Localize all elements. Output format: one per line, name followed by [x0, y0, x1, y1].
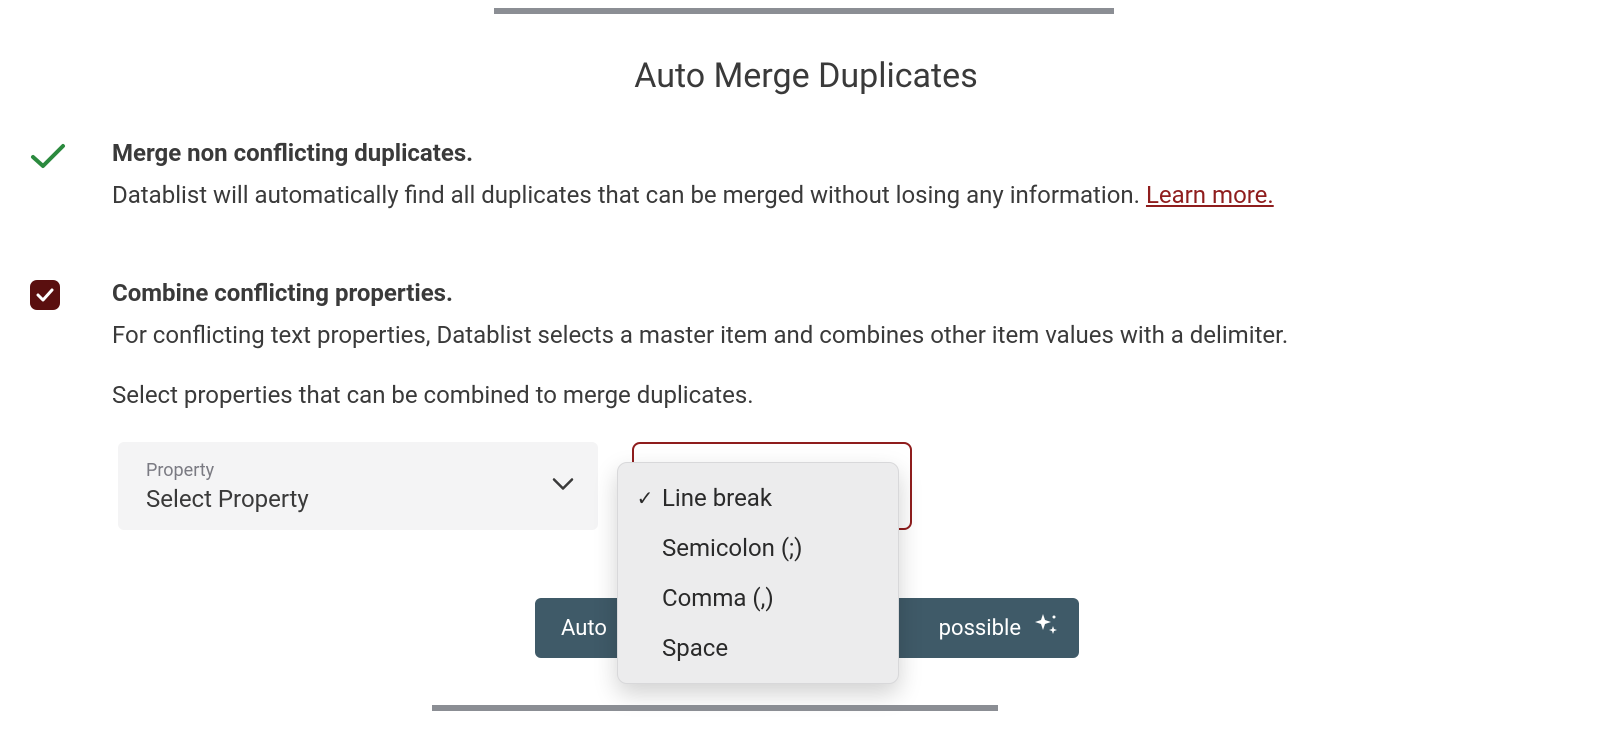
- dropdown-item-comma[interactable]: Comma (,): [618, 573, 898, 623]
- merge-nonconflicting-desc-text: Datablist will automatically find all du…: [112, 181, 1146, 209]
- combine-conflicting-checkbox[interactable]: [30, 280, 60, 310]
- merge-nonconflicting-heading: Merge non conflicting duplicates.: [112, 138, 1462, 169]
- learn-more-link[interactable]: Learn more.: [1146, 181, 1274, 209]
- auto-merge-left-text: Auto: [555, 616, 607, 641]
- dropdown-item-label: Line break: [662, 484, 772, 512]
- dropdown-item-label: Semicolon (;): [662, 534, 802, 562]
- horizontal-divider-top: [494, 8, 1114, 14]
- page-title: Auto Merge Duplicates: [0, 56, 1612, 96]
- dropdown-item-label: Comma (,): [662, 584, 774, 612]
- horizontal-divider-bottom: [432, 705, 998, 711]
- combine-conflicting-heading: Combine conflicting properties.: [112, 278, 1462, 309]
- combine-select-hint: Select properties that can be combined t…: [112, 381, 1462, 409]
- dropdown-item-semicolon[interactable]: Semicolon (;): [618, 523, 898, 573]
- chevron-down-icon: [552, 477, 574, 496]
- property-select-value: Select Property: [146, 485, 578, 513]
- property-select-label: Property: [146, 460, 578, 481]
- merge-nonconflicting-desc: Datablist will automatically find all du…: [112, 177, 1462, 213]
- combine-conflicting-desc: For conflicting text properties, Databli…: [112, 317, 1462, 353]
- check-icon: [30, 142, 66, 170]
- property-select[interactable]: Property Select Property: [118, 442, 598, 530]
- dropdown-item-label: Space: [662, 634, 728, 662]
- checkmark-icon: ✓: [632, 486, 658, 510]
- dropdown-item-line-break[interactable]: ✓ Line break: [618, 473, 898, 523]
- dropdown-item-space[interactable]: Space: [618, 623, 898, 673]
- delimiter-dropdown-menu: ✓ Line break Semicolon (;) Comma (,) Spa…: [617, 462, 899, 684]
- auto-merge-right-text: possible: [939, 616, 1021, 641]
- sparkle-icon: [1033, 612, 1059, 644]
